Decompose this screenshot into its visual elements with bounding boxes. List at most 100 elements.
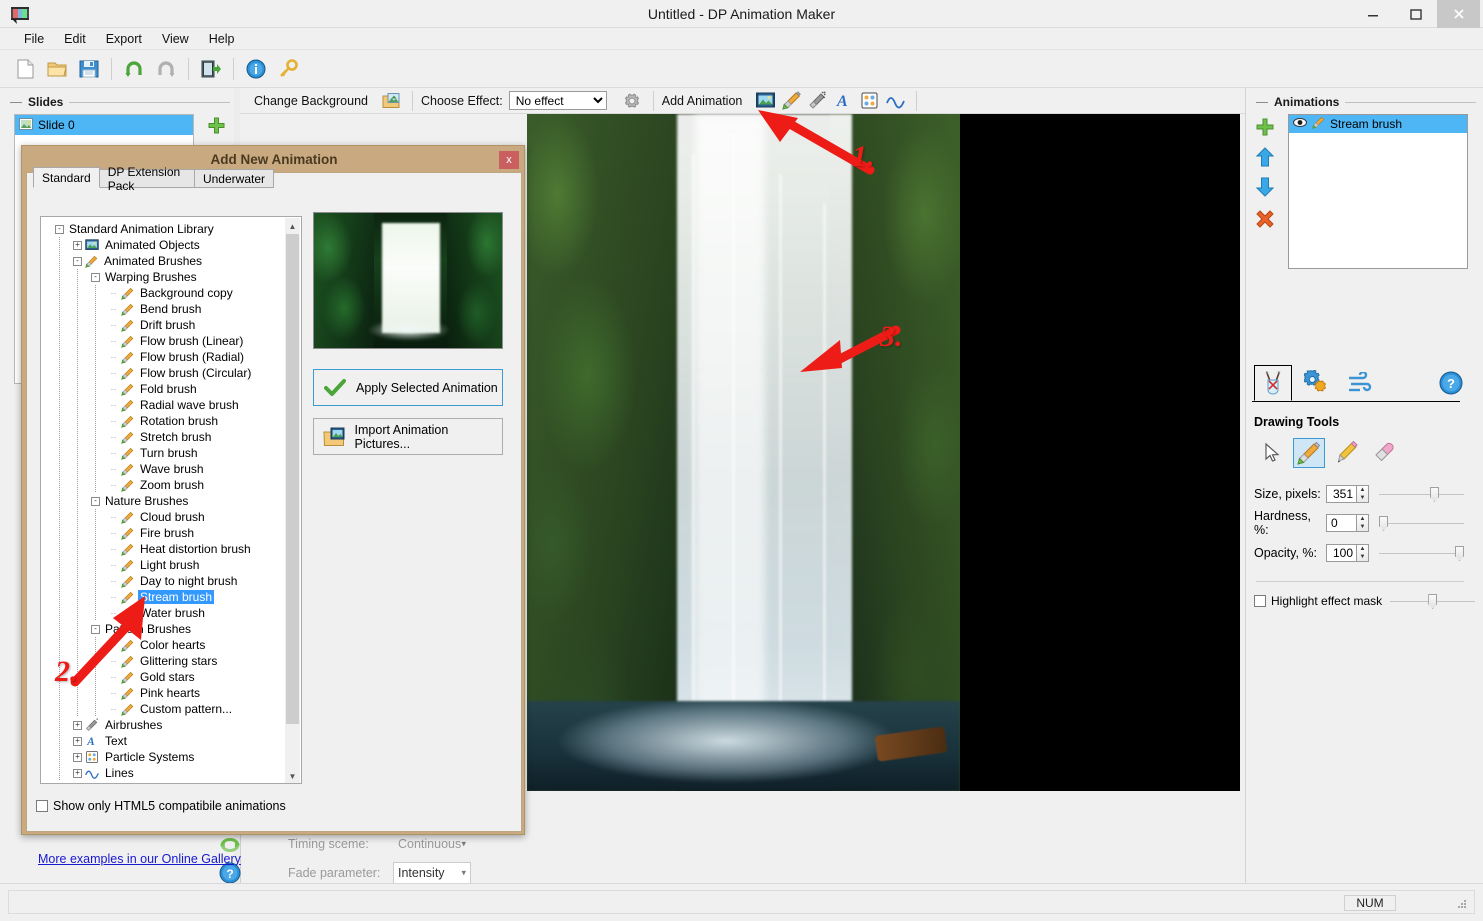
expand-icon[interactable]: +: [73, 769, 82, 778]
animation-item-0[interactable]: Stream brush: [1289, 115, 1467, 133]
export-video-icon[interactable]: [196, 54, 226, 84]
tree-item[interactable]: -Nature Brushes: [45, 493, 285, 509]
tree-item[interactable]: ··Heat distortion brush: [45, 541, 285, 557]
change-background-label[interactable]: Change Background: [254, 94, 368, 108]
text-icon[interactable]: A: [830, 90, 856, 112]
tree-item[interactable]: ··Day to night brush: [45, 573, 285, 589]
tree-scrollbar[interactable]: ▲ ▼: [285, 218, 300, 784]
airbrush-icon[interactable]: [804, 90, 830, 112]
collapse-icon[interactable]: -: [91, 625, 100, 634]
tree-item[interactable]: -Pattern Brushes: [45, 621, 285, 637]
menu-file[interactable]: File: [14, 30, 54, 48]
collapse-icon[interactable]: -: [91, 273, 100, 282]
tree-item[interactable]: ··Glittering stars: [45, 653, 285, 669]
slider-knob[interactable]: [1379, 516, 1388, 531]
move-down-button[interactable]: [1254, 176, 1276, 198]
tree-item[interactable]: ··Bend brush: [45, 301, 285, 317]
slide-item-0[interactable]: Slide 0: [15, 115, 193, 135]
menu-export[interactable]: Export: [96, 30, 152, 48]
tree-item[interactable]: ··Light brush: [45, 557, 285, 573]
tree-item[interactable]: -Warping Brushes: [45, 269, 285, 285]
tree-item[interactable]: ··Cloud brush: [45, 509, 285, 525]
scroll-down-arrow[interactable]: ▼: [285, 768, 300, 784]
scroll-up-arrow[interactable]: ▲: [285, 218, 300, 234]
tree-item[interactable]: ··Custom pattern...: [45, 701, 285, 717]
tab-settings[interactable]: [1298, 365, 1336, 401]
size-stepper[interactable]: ▲▼: [1356, 485, 1369, 503]
tree-item[interactable]: ··Wave brush: [45, 461, 285, 477]
size-slider[interactable]: [1379, 485, 1464, 503]
slider-knob[interactable]: [1455, 546, 1464, 561]
close-button[interactable]: [1437, 0, 1480, 28]
info-icon[interactable]: [241, 54, 271, 84]
online-gallery-link[interactable]: More examples in our Online Gallery: [38, 852, 241, 866]
tab-wind[interactable]: [1342, 365, 1380, 401]
collapse-icon[interactable]: -: [55, 225, 64, 234]
tree-item[interactable]: ··Drift brush: [45, 317, 285, 333]
lines-icon[interactable]: [882, 90, 908, 112]
tree-item[interactable]: ··Flow brush (Circular): [45, 365, 285, 381]
size-input[interactable]: 351: [1326, 485, 1356, 503]
tree-item[interactable]: ··Stretch brush: [45, 429, 285, 445]
hardness-stepper[interactable]: ▲▼: [1356, 514, 1369, 532]
effect-select[interactable]: No effect: [509, 91, 607, 110]
change-background-icon[interactable]: [378, 90, 404, 112]
eraser-tool[interactable]: [1367, 438, 1399, 468]
dialog-close-button[interactable]: x: [499, 151, 519, 169]
resize-grip[interactable]: [1456, 898, 1468, 910]
opacity-stepper[interactable]: ▲▼: [1356, 544, 1369, 562]
animated-object-icon[interactable]: [752, 90, 778, 112]
expand-icon[interactable]: +: [73, 753, 82, 762]
tree-item[interactable]: +Airbrushes: [45, 717, 285, 733]
add-animation-button[interactable]: [1254, 116, 1276, 138]
expand-icon[interactable]: +: [73, 737, 82, 746]
collapse-icon[interactable]: -: [91, 497, 100, 506]
highlight-mask-slider[interactable]: [1390, 592, 1475, 610]
tree-item[interactable]: -Animated Brushes: [45, 253, 285, 269]
tree-item[interactable]: ··Zoom brush: [45, 477, 285, 493]
tree-item[interactable]: +Animated Objects: [45, 237, 285, 253]
menu-help[interactable]: Help: [199, 30, 245, 48]
delete-animation-button[interactable]: [1254, 208, 1276, 230]
tree-item[interactable]: ··Flow brush (Radial): [45, 349, 285, 365]
open-folder-icon[interactable]: [42, 54, 72, 84]
hardness-slider[interactable]: [1379, 514, 1464, 532]
new-icon[interactable]: [10, 54, 40, 84]
tree-item[interactable]: ··Fold brush: [45, 381, 285, 397]
fade-parameter-select[interactable]: Intensity ▾: [393, 862, 471, 884]
tab-drawing-tools[interactable]: [1254, 365, 1292, 401]
apply-selected-animation-button[interactable]: Apply Selected Animation: [313, 369, 503, 406]
timing-scheme-select[interactable]: Continuous ▾: [393, 834, 471, 854]
tree-item[interactable]: ··Stream brush: [45, 589, 285, 605]
import-animation-pictures-button[interactable]: Import Animation Pictures...: [313, 418, 503, 455]
opacity-slider[interactable]: [1379, 544, 1464, 562]
hardness-input[interactable]: 0: [1326, 514, 1356, 532]
brush-tool[interactable]: [1293, 438, 1325, 468]
highlight-mask-checkbox[interactable]: [1254, 595, 1266, 607]
key-icon[interactable]: [273, 54, 303, 84]
minimize-button[interactable]: [1351, 0, 1394, 28]
scroll-thumb[interactable]: [286, 234, 299, 724]
animation-library-tree[interactable]: -Standard Animation Library+Animated Obj…: [40, 216, 302, 784]
help-icon[interactable]: ?: [1438, 370, 1464, 396]
animations-list[interactable]: Stream brush: [1288, 114, 1468, 269]
slide-preview-image[interactable]: [527, 114, 960, 791]
pencil-tool[interactable]: [1330, 438, 1362, 468]
save-floppy-icon[interactable]: [74, 54, 104, 84]
expand-icon[interactable]: +: [73, 241, 82, 250]
tree-item[interactable]: ··Water brush: [45, 605, 285, 621]
particles-icon[interactable]: [856, 90, 882, 112]
html5-compatible-checkbox[interactable]: [36, 800, 48, 812]
tab-standard[interactable]: Standard: [33, 167, 100, 188]
tree-item[interactable]: ··Background copy: [45, 285, 285, 301]
expand-icon[interactable]: +: [73, 721, 82, 730]
undo-icon[interactable]: [119, 54, 149, 84]
tree-item[interactable]: ··Color hearts: [45, 637, 285, 653]
tree-item[interactable]: +Particle Systems: [45, 749, 285, 765]
move-up-button[interactable]: [1254, 146, 1276, 168]
tree-item[interactable]: +Lines: [45, 765, 285, 781]
maximize-button[interactable]: [1394, 0, 1437, 28]
tree-item[interactable]: ··Pink hearts: [45, 685, 285, 701]
redo-icon[interactable]: [151, 54, 181, 84]
tab-underwater[interactable]: Underwater: [194, 169, 274, 188]
